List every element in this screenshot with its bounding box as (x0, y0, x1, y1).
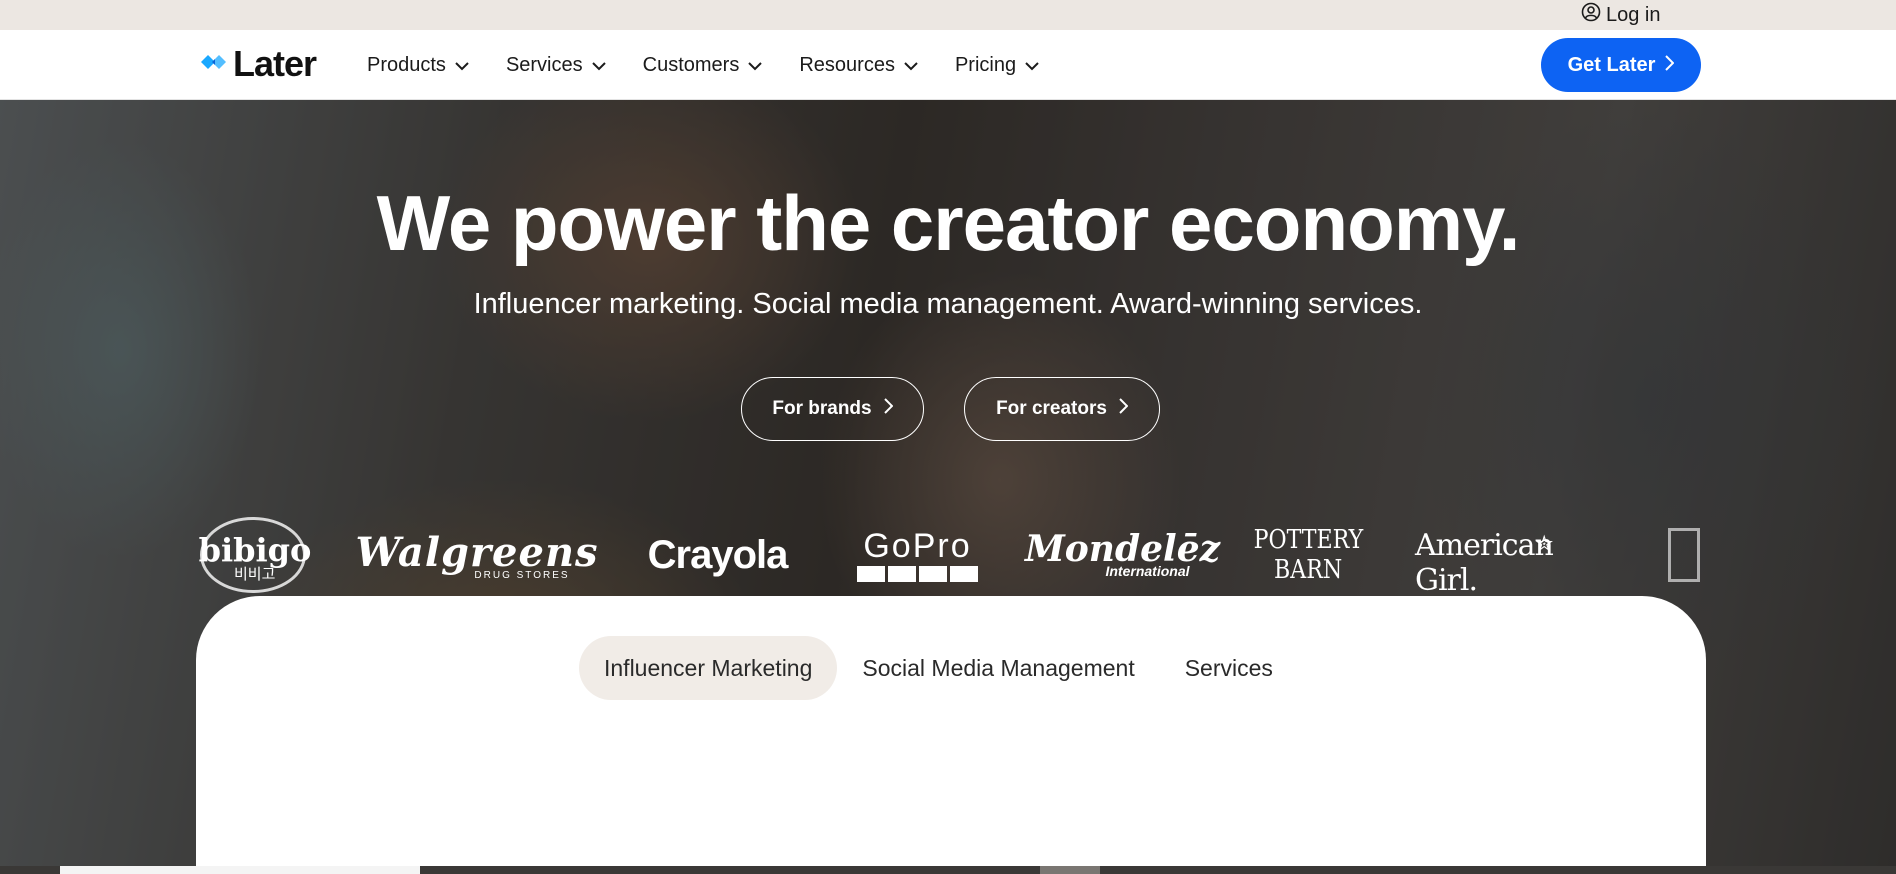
solution-tabs: Influencer Marketing Social Media Manage… (579, 636, 1273, 700)
chevron-down-icon (903, 54, 919, 77)
user-circle-icon (1581, 2, 1601, 28)
walgreens-logo: Walgreens DRUG STORES (355, 529, 599, 581)
tab-services[interactable]: Services (1185, 636, 1273, 700)
partial-brand-logo (1668, 505, 1700, 605)
hero-subhead: Influencer marketing. Social media manag… (473, 288, 1423, 320)
gopro-logo: GoPro (855, 505, 980, 605)
utility-bar: Log in (0, 0, 1896, 30)
logo-text: Later (233, 43, 317, 84)
chevron-down-icon (747, 54, 763, 77)
chevron-down-icon (591, 54, 607, 77)
bibigo-logo: bibigo 비비고 (199, 505, 311, 605)
nav-item-pricing[interactable]: Pricing (955, 54, 1040, 77)
nav-item-label: Products (367, 53, 446, 76)
nav-item-label: Customers (642, 53, 740, 76)
tab-influencer-marketing[interactable]: Influencer Marketing (579, 636, 838, 700)
tab-social-media-management[interactable]: Social Media Management (862, 636, 1134, 700)
bottom-edge-strip (0, 866, 1896, 874)
later-logo[interactable]: Later (199, 43, 317, 84)
chevron-right-icon (1665, 54, 1675, 77)
login-label: Log in (1606, 3, 1661, 26)
nav-item-products[interactable]: Products (367, 54, 470, 77)
nav-menu: Products Services Customers Resources Pr… (367, 30, 1076, 100)
login-link[interactable]: Log in (1581, 0, 1661, 30)
nav-item-label: Pricing (954, 53, 1017, 76)
nav-item-resources[interactable]: Resources (799, 54, 919, 77)
mondelez-logo: Mondelēz International (1024, 528, 1221, 579)
nav-item-services[interactable]: Services (506, 54, 607, 77)
chevron-down-icon (454, 54, 470, 77)
american-girl-logo: ✮ American Girl. (1415, 528, 1554, 598)
get-later-button[interactable]: Get Later (1541, 38, 1701, 92)
for-brands-button[interactable]: For brands (741, 377, 924, 441)
nav-item-customers[interactable]: Customers (643, 54, 764, 77)
button-label: For creators (996, 398, 1107, 419)
later-diamond-icon (199, 51, 229, 78)
main-nav: Later Products Services Customers Resour… (0, 30, 1896, 100)
hero-headline: We power the creator economy. (376, 179, 1521, 267)
chevron-right-icon (883, 398, 894, 420)
chevron-right-icon (1119, 398, 1129, 420)
chevron-down-icon (1024, 54, 1040, 77)
button-label: For brands (772, 398, 872, 419)
for-creators-button[interactable]: For creators (964, 377, 1160, 441)
nav-item-label: Resources (799, 53, 895, 76)
pottery-barn-logo: POTTERY BARN (1253, 525, 1363, 585)
cta-label: Get Later (1567, 53, 1656, 76)
brand-logo-strip: bibigo 비비고 Walgreens DRUG STORES Crayola… (199, 505, 1700, 605)
solutions-card: Influencer Marketing Social Media Manage… (196, 596, 1706, 874)
nav-item-label: Services (505, 53, 583, 76)
crayola-logo: Crayola (647, 532, 789, 577)
